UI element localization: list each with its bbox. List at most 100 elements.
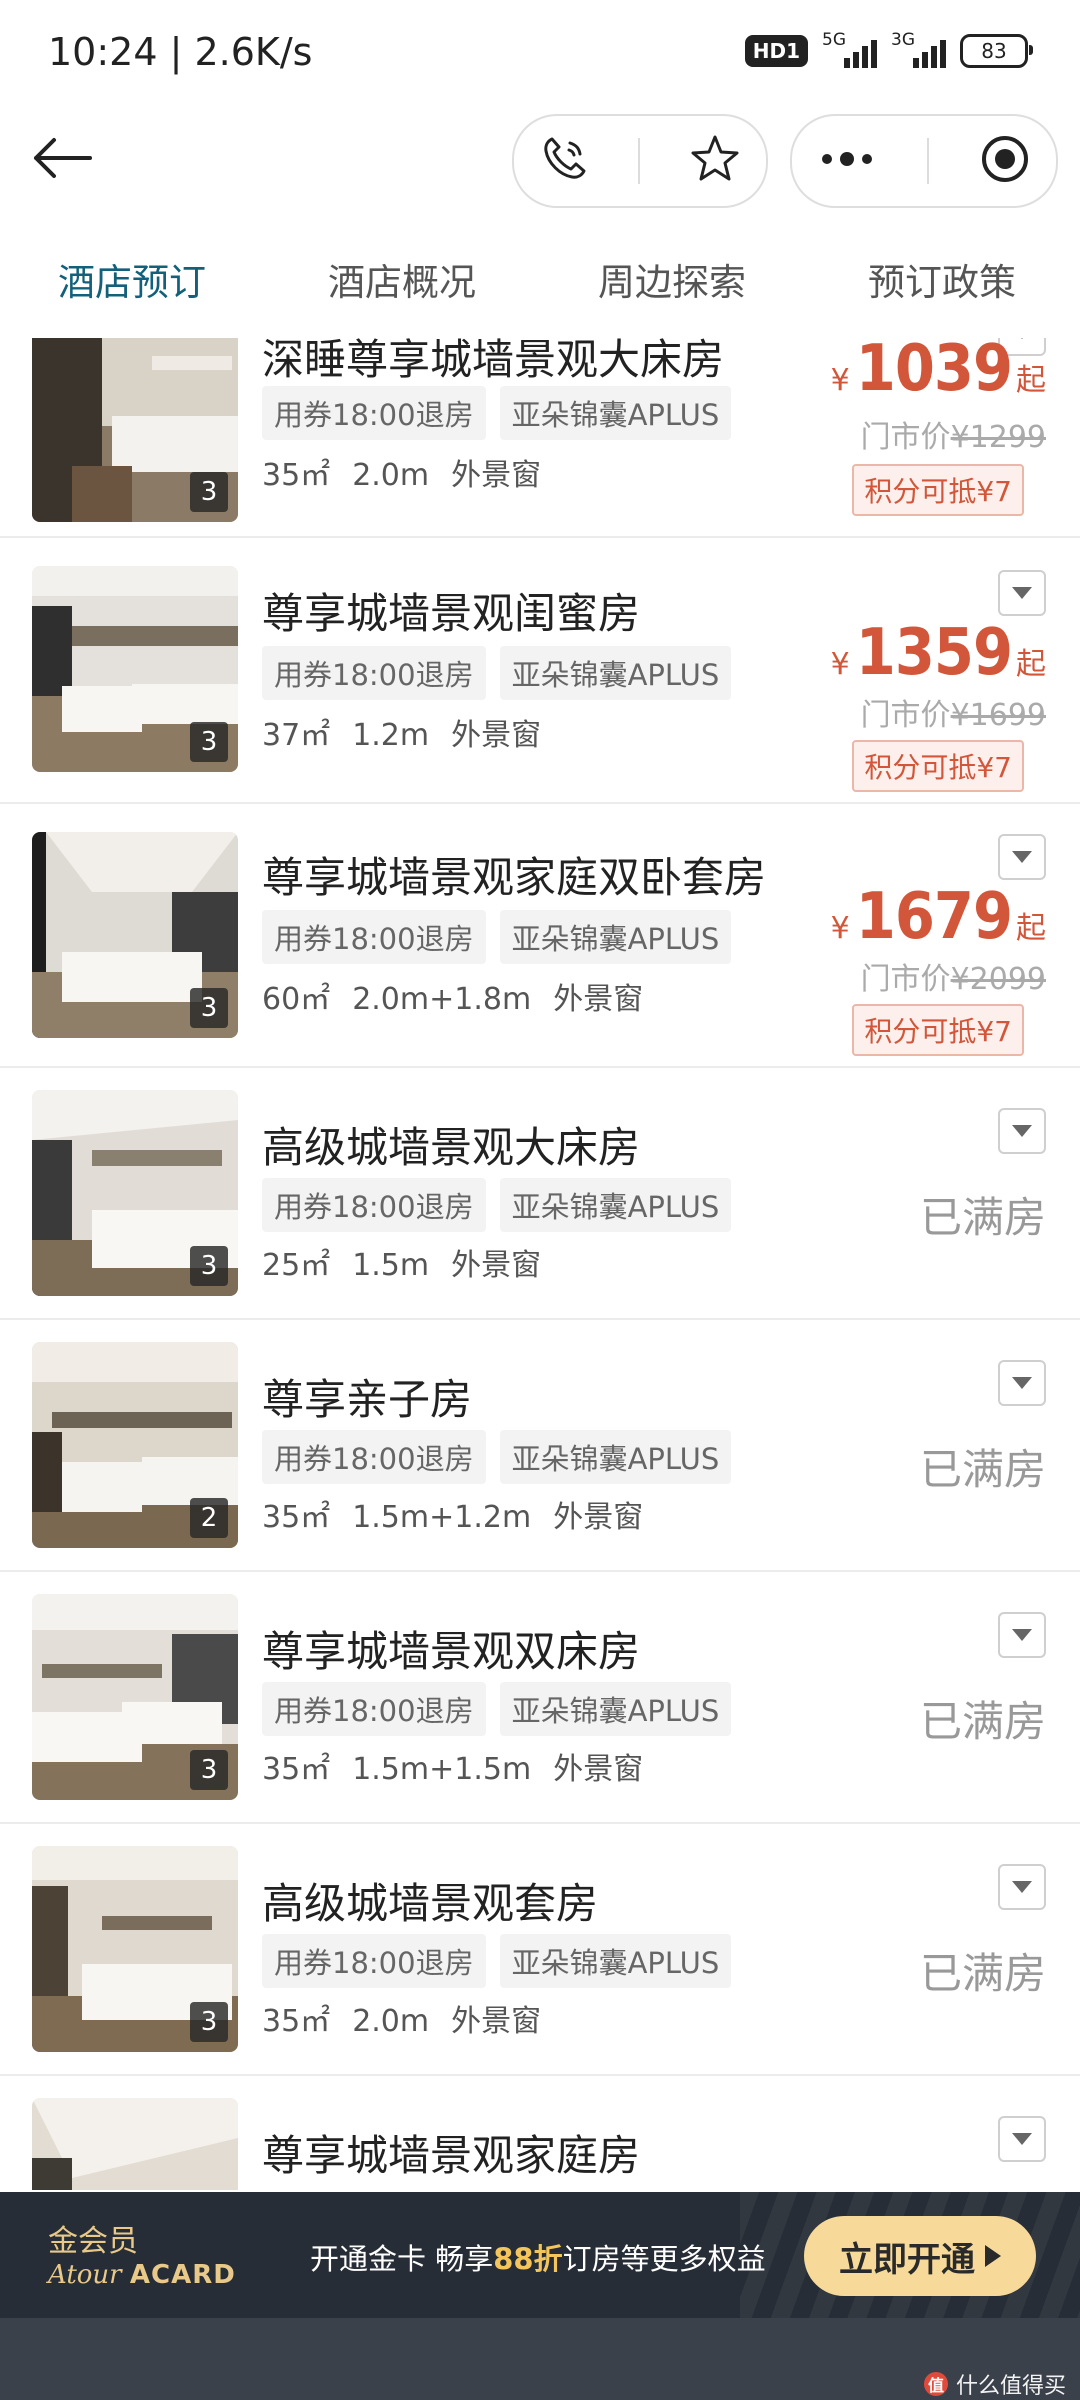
points-deduct-badge: 积分可抵¥7 [852,740,1024,792]
room-tags: 用券18:00退房 亚朵锦囊APLUS [262,646,732,700]
room-row[interactable]: 3 高级城墙景观套房 用券18:00退房 亚朵锦囊APLUS 35㎡ 2.0m 外景… [0,1824,1080,2076]
tag-late-checkout: 用券18:00退房 [262,910,486,964]
battery-icon: 83 [960,34,1033,68]
room-photo[interactable] [32,2098,238,2190]
room-tags: 用券18:00退房 亚朵锦囊APLUS [262,910,732,964]
sold-out-label: 已满房 [919,1697,1046,1746]
room-name: 高级城墙景观大床房 [262,1123,641,1172]
target-icon[interactable] [979,133,1031,189]
room-photo[interactable]: 3 [32,338,238,522]
window-type: 外景窗 [451,2004,542,2039]
room-row[interactable]: 3 高级城墙景观大床房 用券18:00退房 亚朵锦囊APLUS 25㎡ 1.5m 外… [0,1068,1080,1320]
tag-aplus: 亚朵锦囊APLUS [499,1178,732,1232]
room-area: 37㎡ [262,718,331,753]
play-arrow-icon [985,2245,1001,2267]
expand-chevron-icon[interactable] [998,2116,1046,2162]
points-deduct-badge: 积分可抵¥7 [852,464,1024,516]
gold-member-banner: 金会员 Atour ACARD 开通金卡 畅享88折订房等更多权益 立即开通 [0,2192,1080,2318]
room-photo[interactable]: 3 [32,832,238,1038]
tag-aplus: 亚朵锦囊APLUS [499,1430,732,1484]
room-area: 35㎡ [262,2004,331,2039]
room-area: 35㎡ [262,1752,331,1787]
room-photo[interactable]: 3 [32,1594,238,1800]
room-area: 35㎡ [262,1500,331,1535]
tab-nearby-explore[interactable]: 周边探索 [598,252,746,306]
room-name: 尊享城墙景观家庭双卧套房 [262,853,767,902]
room-photo[interactable]: 2 [32,1342,238,1548]
phone-icon[interactable] [538,133,590,189]
market-price: 门市价¥1299 [860,420,1046,455]
more-dots-icon[interactable] [817,149,877,173]
miniprogram-capsule [790,114,1058,208]
expand-chevron-icon[interactable] [998,1108,1046,1154]
photo-count: 3 [190,2002,228,2042]
room-photo[interactable]: 3 [32,566,238,772]
watermark: 值 什么值得买 [923,2368,1066,2400]
market-price: 门市价¥1699 [860,698,1046,733]
acard-logo: Atour ACARD [48,2260,236,2290]
bed-size: 1.5m+1.5m [352,1752,532,1787]
expand-chevron-icon[interactable] [998,834,1046,880]
status-bar: 10:24 | 2.6K/s HD1 5G 3G 83 [0,0,1080,105]
room-name: 尊享城墙景观家庭房 [262,2131,641,2180]
bed-size: 1.5m [352,1248,430,1283]
hd-badge: HD1 [744,35,808,67]
contact-favorite-capsule [512,114,768,208]
tag-aplus: 亚朵锦囊APLUS [499,1934,732,1988]
window-type: 外景窗 [451,1248,542,1283]
signal-5g-icon: 5G [822,30,877,68]
room-area: 35㎡ [262,458,331,493]
star-icon[interactable] [688,132,742,190]
back-arrow-icon[interactable] [28,128,98,188]
bed-size: 1.5m+1.2m [352,1500,532,1535]
tag-late-checkout: 用券18:00退房 [262,1178,486,1232]
expand-chevron-icon[interactable] [998,1864,1046,1910]
tag-late-checkout: 用券18:00退房 [262,386,486,440]
open-gold-card-button[interactable]: 立即开通 [804,2216,1036,2296]
room-row[interactable]: 3 尊享城墙景观家庭双卧套房 用券18:00退房 亚朵锦囊APLUS 60㎡ 2.… [0,804,1080,1068]
tab-hotel-booking[interactable]: 酒店预订 [58,252,206,306]
room-specs: 35㎡ 1.5m+1.5m 外景窗 [262,1744,665,1788]
room-row[interactable]: 3 尊享城墙景观双床房 用券18:00退房 亚朵锦囊APLUS 35㎡ 1.5m+… [0,1572,1080,1824]
room-tags: 用券18:00退房 亚朵锦囊APLUS [262,1934,732,1988]
bed-size: 2.0m [352,2004,430,2039]
expand-chevron-icon[interactable] [998,1360,1046,1406]
room-area: 25㎡ [262,1248,331,1283]
room-specs: 35㎡ 2.0m 外景窗 [262,1996,563,2040]
bed-size: 1.2m [352,718,430,753]
room-row[interactable]: 3 尊享城墙景观闺蜜房 用券18:00退房 亚朵锦囊APLUS 37㎡ 1.2m 外… [0,538,1080,804]
section-tabs: 酒店预订 酒店概况 周边探索 预订政策 [0,252,1080,322]
room-row[interactable]: 3 深睡尊享城墙景观大床房 用券18:00退房 亚朵锦囊APLUS 35㎡ 2.0… [0,338,1080,538]
photo-count: 3 [190,1750,228,1790]
room-price: ¥1359 起 [830,616,1046,690]
sold-out-label: 已满房 [919,1445,1046,1494]
member-title: 金会员 [48,2224,138,2259]
photo-count: 2 [190,1498,228,1538]
expand-chevron-icon[interactable] [998,1612,1046,1658]
tab-booking-policy[interactable]: 预订政策 [868,252,1016,306]
room-specs: 35㎡ 1.5m+1.2m 外景窗 [262,1492,665,1536]
bottom-bar [0,2318,1080,2400]
capsule-divider [927,138,929,184]
tag-late-checkout: 用券18:00退房 [262,1934,486,1988]
signal-3g-icon: 3G [891,30,946,68]
market-price: 门市价¥2099 [860,962,1046,997]
room-row[interactable]: 尊享城墙景观家庭房 [0,2076,1080,2190]
expand-chevron-icon[interactable] [998,570,1046,616]
tab-hotel-overview[interactable]: 酒店概况 [328,252,476,306]
window-type: 外景窗 [553,1500,644,1535]
photo-count: 3 [190,1246,228,1286]
room-name: 尊享城墙景观闺蜜房 [262,589,641,638]
room-name: 尊享亲子房 [262,1375,473,1424]
room-photo[interactable]: 3 [32,1090,238,1296]
watermark-text: 什么值得买 [955,2374,1066,2399]
tag-aplus: 亚朵锦囊APLUS [499,386,732,440]
photo-count: 3 [190,472,228,512]
room-tags: 用券18:00退房 亚朵锦囊APLUS [262,1682,732,1736]
tag-aplus: 亚朵锦囊APLUS [499,646,732,700]
room-photo[interactable]: 3 [32,1846,238,2052]
room-name: 高级城墙景观套房 [262,1879,599,1928]
tag-late-checkout: 用券18:00退房 [262,1682,486,1736]
tag-aplus: 亚朵锦囊APLUS [499,910,732,964]
room-row[interactable]: 2 尊享亲子房 用券18:00退房 亚朵锦囊APLUS 35㎡ 1.5m+1.2m… [0,1320,1080,1572]
